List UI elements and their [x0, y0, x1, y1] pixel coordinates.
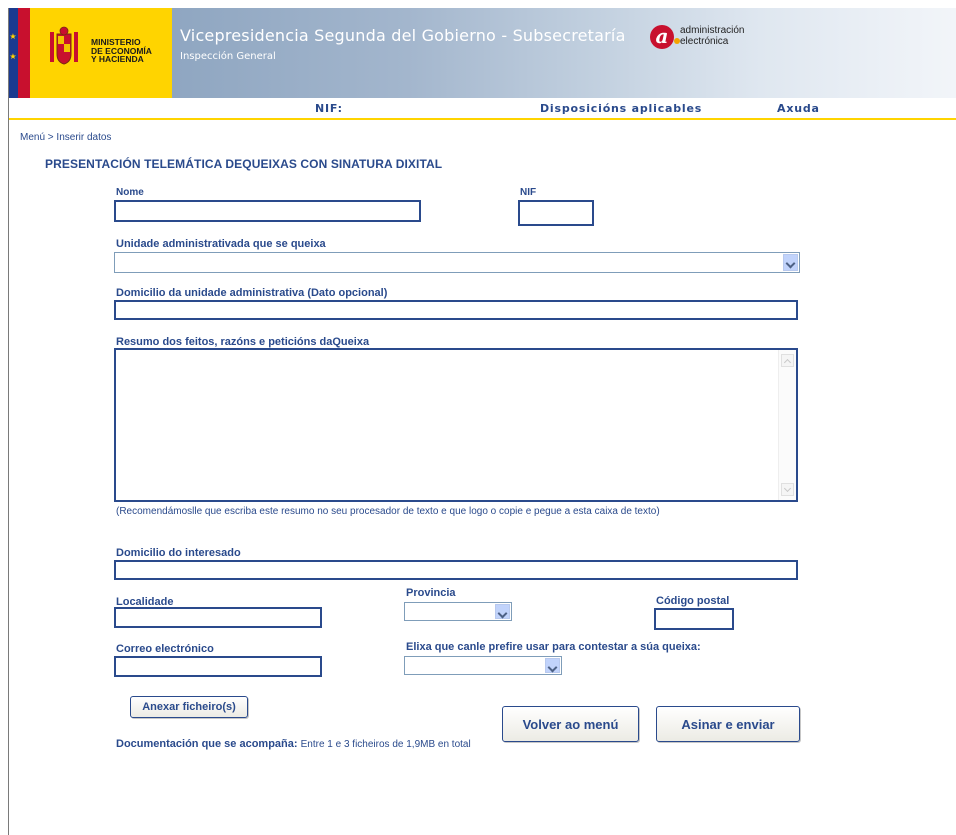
eu-stars-icon: ★ ★ [9, 32, 17, 61]
page-title: PRESENTACIÓN TELEMÁTICA DEQUEIXAS CON SI… [45, 157, 443, 171]
nav-disposicions-link[interactable]: Disposicións aplicables [540, 102, 702, 115]
nav-axuda-link[interactable]: Axuda [777, 102, 820, 115]
nav-nif[interactable]: NIF: [315, 102, 343, 115]
localidade-input[interactable] [114, 607, 322, 628]
volver-ao-menu-button[interactable]: Volver ao menú [502, 706, 639, 742]
chevron-down-icon[interactable] [545, 658, 560, 673]
header-subtitle: Inspección General [180, 51, 276, 62]
e-administration-line-1: administración [680, 25, 745, 36]
canle-select[interactable] [404, 656, 562, 675]
asinar-e-enviar-button[interactable]: Asinar e enviar [656, 706, 800, 742]
nome-label: Nome [116, 187, 144, 198]
nif-label: NIF [520, 187, 537, 198]
chevron-down-icon[interactable] [495, 604, 510, 619]
ministry-logo: MINISTERIO DE ECONOMÍA Y HACIENDA [30, 8, 172, 98]
ministry-line-3: Y HACIENDA [91, 54, 144, 64]
correo-input[interactable] [114, 656, 322, 677]
codigo-postal-label: Código postal [656, 595, 730, 607]
scroll-up-icon[interactable] [781, 354, 794, 367]
anexar-ficheiros-button[interactable]: Anexar ficheiro(s) [130, 696, 248, 718]
chevron-down-icon[interactable] [783, 254, 798, 271]
domicilio-interesado-input[interactable] [114, 560, 798, 580]
documentacion-label: Documentación que se acompaña: [116, 738, 298, 750]
coat-of-arms-icon [50, 26, 78, 65]
canle-label: Elixa que canle prefire usar para contes… [406, 641, 701, 653]
resumo-hint: (Recomendámoslle que escriba este resumo… [116, 506, 660, 517]
breadcrumb[interactable]: Menú > Inserir datos [20, 132, 111, 143]
nif-input[interactable] [518, 200, 594, 226]
nav-divider [8, 118, 956, 120]
provincia-label: Provincia [406, 587, 456, 599]
e-administration-logo-icon: a [650, 25, 674, 49]
domicilio-unidade-input[interactable] [114, 300, 798, 320]
frame-left-border [8, 8, 9, 835]
documentacion-note: Entre 1 e 3 ficheiros de 1,9MB en total [300, 739, 471, 750]
resumo-textarea[interactable] [114, 348, 798, 502]
domicilio-unidade-label: Domicilio da unidade administrativa (Dat… [116, 287, 388, 299]
ministry-name: MINISTERIO DE ECONOMÍA Y HACIENDA [91, 38, 152, 64]
header-gradient [172, 8, 956, 98]
unidade-label: Unidade administrativada que se queixa [116, 238, 326, 250]
scroll-down-icon[interactable] [781, 483, 794, 496]
nome-input[interactable] [114, 200, 421, 222]
header-title: Vicepresidencia Segunda del Gobierno - S… [180, 26, 626, 45]
codigo-postal-input[interactable] [654, 608, 734, 630]
resumo-label: Resumo dos feitos, razóns e peticións da… [116, 336, 370, 348]
provincia-select[interactable] [404, 602, 512, 621]
header-banner: ★ ★ MINISTERIO DE ECONOMÍA Y HACIENDA Vic… [8, 8, 956, 98]
documentacion-info: Documentación que se acompaña: Entre 1 e… [116, 738, 471, 750]
e-administration-line-2: electrónica [680, 36, 729, 47]
correo-label: Correo electrónico [116, 643, 214, 655]
domicilio-interesado-label: Domicilio do interesado [116, 547, 241, 559]
unidade-select[interactable] [114, 252, 800, 273]
resumo-scrollbar[interactable] [778, 350, 796, 500]
